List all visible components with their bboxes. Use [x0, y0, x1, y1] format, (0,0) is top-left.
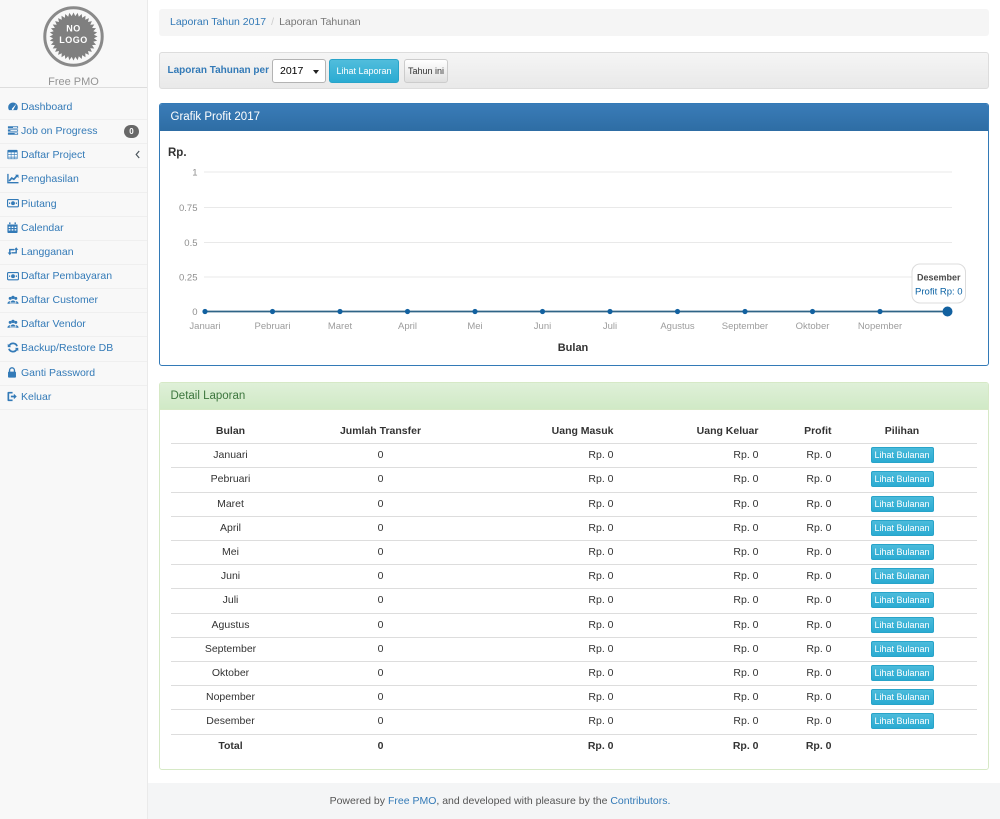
svg-text:Juli: Juli: [602, 321, 616, 332]
svg-text:Nopember: Nopember: [857, 321, 901, 332]
svg-text:April: April: [397, 321, 416, 332]
svg-text:Oktober: Oktober: [795, 321, 829, 332]
svg-text:Desember: Desember: [917, 273, 961, 283]
svg-text:0.5: 0.5: [184, 238, 197, 249]
svg-text:Profit Rp: 0: Profit Rp: 0: [915, 287, 963, 298]
svg-text:Bulan: Bulan: [557, 342, 588, 354]
svg-text:Rp.: Rp.: [168, 147, 187, 159]
svg-text:Pebruari: Pebruari: [254, 321, 290, 332]
svg-text:Maret: Maret: [327, 321, 352, 332]
svg-text:Mei: Mei: [467, 321, 482, 332]
svg-text:0.25: 0.25: [179, 272, 198, 283]
svg-text:NO: NO: [66, 24, 81, 34]
svg-text:Agustus: Agustus: [660, 321, 695, 332]
svg-text:Januari: Januari: [189, 321, 220, 332]
svg-text:0: 0: [192, 307, 197, 318]
svg-text:1: 1: [192, 167, 197, 178]
svg-text:September: September: [721, 321, 767, 332]
svg-text:0.75: 0.75: [179, 203, 198, 214]
svg-text:Juni: Juni: [533, 321, 550, 332]
svg-text:LOGO: LOGO: [59, 35, 88, 45]
